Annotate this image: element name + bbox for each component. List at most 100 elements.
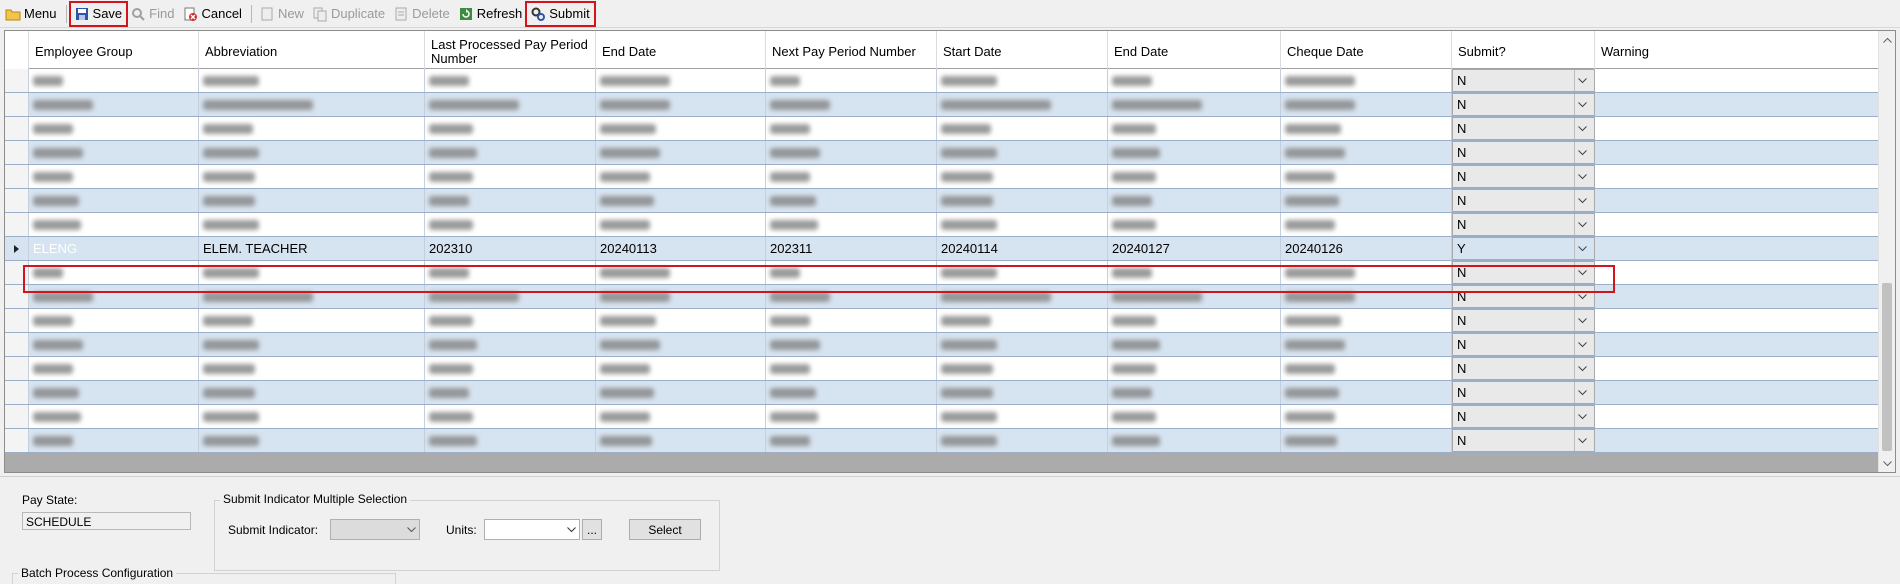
row-header[interactable] <box>5 285 29 308</box>
table-row[interactable]: N <box>5 261 1885 285</box>
cell-last-processed[interactable] <box>425 309 596 332</box>
delete-button[interactable]: Delete <box>390 3 454 25</box>
cell-cheque-date[interactable] <box>1281 381 1452 404</box>
cell-last-processed[interactable] <box>425 165 596 188</box>
cell-end-date-2[interactable] <box>1108 213 1281 236</box>
cell-start-date[interactable] <box>937 357 1108 380</box>
cell-next-pay-period[interactable] <box>766 357 937 380</box>
scroll-up-icon[interactable] <box>1879 31 1895 48</box>
col-end-date[interactable]: End Date <box>596 31 766 69</box>
submit-dropdown[interactable]: N <box>1452 333 1595 356</box>
table-row[interactable]: N <box>5 381 1885 405</box>
row-header[interactable] <box>5 69 29 92</box>
cell-next-pay-period[interactable] <box>766 405 937 428</box>
cell-end-date-2[interactable] <box>1108 333 1281 356</box>
cell-abbreviation[interactable] <box>199 93 425 116</box>
cell-employee-group[interactable] <box>29 357 199 380</box>
cell-end-date[interactable]: 20240113 <box>596 237 766 260</box>
cell-cheque-date[interactable] <box>1281 117 1452 140</box>
submit-indicator-select[interactable] <box>330 519 420 540</box>
col-last-processed[interactable]: Last Processed Pay Period Number <box>425 31 596 69</box>
cell-employee-group[interactable] <box>29 165 199 188</box>
cell-start-date[interactable] <box>937 69 1108 92</box>
cell-end-date[interactable] <box>596 285 766 308</box>
cell-end-date-2[interactable] <box>1108 93 1281 116</box>
cell-start-date[interactable] <box>937 309 1108 332</box>
table-row[interactable]: N <box>5 117 1885 141</box>
cell-employee-group[interactable] <box>29 141 199 164</box>
cell-employee-group[interactable]: ELENG <box>29 237 199 260</box>
cell-warning[interactable] <box>1595 165 1883 188</box>
cell-start-date[interactable] <box>937 261 1108 284</box>
cell-start-date[interactable] <box>937 189 1108 212</box>
submit-dropdown[interactable]: N <box>1452 261 1595 284</box>
cell-abbreviation[interactable] <box>199 165 425 188</box>
cell-cheque-date[interactable] <box>1281 285 1452 308</box>
cancel-button[interactable]: Cancel <box>179 3 245 25</box>
cell-end-date[interactable] <box>596 213 766 236</box>
cell-last-processed[interactable] <box>425 285 596 308</box>
cell-abbreviation[interactable] <box>199 333 425 356</box>
cell-start-date[interactable] <box>937 429 1108 452</box>
cell-end-date-2[interactable] <box>1108 141 1281 164</box>
submit-dropdown[interactable]: N <box>1452 381 1595 404</box>
cell-last-processed[interactable] <box>425 429 596 452</box>
cell-end-date[interactable] <box>596 357 766 380</box>
refresh-button[interactable]: Refresh <box>455 3 527 25</box>
cell-last-processed[interactable] <box>425 93 596 116</box>
submit-dropdown[interactable]: N <box>1452 429 1595 452</box>
submit-dropdown[interactable]: N <box>1452 165 1595 188</box>
submit-dropdown[interactable]: N <box>1452 213 1595 236</box>
table-row-selected[interactable]: ELENG ELEM. TEACHER 202310 20240113 202311 20… <box>5 237 1885 261</box>
table-row[interactable]: N <box>5 141 1885 165</box>
submit-dropdown[interactable]: N <box>1452 285 1595 308</box>
submit-dropdown[interactable]: N <box>1452 93 1595 116</box>
cell-end-date-2[interactable] <box>1108 357 1281 380</box>
col-end-date-2[interactable]: End Date <box>1108 31 1281 69</box>
cell-cheque-date[interactable] <box>1281 309 1452 332</box>
cell-next-pay-period[interactable] <box>766 261 937 284</box>
submit-dropdown[interactable]: N <box>1452 309 1595 332</box>
table-row[interactable]: N <box>5 165 1885 189</box>
select-button[interactable]: Select <box>629 519 701 540</box>
cell-next-pay-period[interactable] <box>766 213 937 236</box>
col-employee-group[interactable]: Employee Group <box>29 31 199 69</box>
cell-next-pay-period[interactable] <box>766 189 937 212</box>
row-header[interactable] <box>5 213 29 236</box>
cell-end-date-2[interactable] <box>1108 69 1281 92</box>
cell-warning[interactable] <box>1595 117 1883 140</box>
cell-next-pay-period[interactable] <box>766 429 937 452</box>
row-header[interactable] <box>5 165 29 188</box>
cell-cheque-date[interactable]: 20240126 <box>1281 237 1452 260</box>
cell-last-processed[interactable] <box>425 117 596 140</box>
cell-last-processed[interactable] <box>425 333 596 356</box>
cell-cheque-date[interactable] <box>1281 165 1452 188</box>
cell-start-date[interactable] <box>937 117 1108 140</box>
cell-start-date[interactable] <box>937 93 1108 116</box>
cell-next-pay-period[interactable] <box>766 117 937 140</box>
cell-start-date[interactable]: 20240114 <box>937 237 1108 260</box>
cell-next-pay-period[interactable] <box>766 309 937 332</box>
cell-abbreviation[interactable] <box>199 261 425 284</box>
cell-next-pay-period[interactable]: 202311 <box>766 237 937 260</box>
cell-employee-group[interactable] <box>29 333 199 356</box>
cell-abbreviation[interactable] <box>199 117 425 140</box>
cell-abbreviation[interactable]: ELEM. TEACHER <box>199 237 425 260</box>
scroll-down-icon[interactable] <box>1879 455 1895 472</box>
cell-last-processed[interactable]: 202310 <box>425 237 596 260</box>
cell-employee-group[interactable] <box>29 213 199 236</box>
table-row[interactable]: N <box>5 93 1885 117</box>
cell-cheque-date[interactable] <box>1281 429 1452 452</box>
row-header[interactable] <box>5 117 29 140</box>
cell-abbreviation[interactable] <box>199 309 425 332</box>
cell-next-pay-period[interactable] <box>766 333 937 356</box>
submit-dropdown[interactable]: N <box>1452 69 1595 92</box>
cell-last-processed[interactable] <box>425 357 596 380</box>
cell-cheque-date[interactable] <box>1281 189 1452 212</box>
cell-start-date[interactable] <box>937 165 1108 188</box>
cell-end-date-2[interactable] <box>1108 189 1281 212</box>
cell-end-date-2[interactable] <box>1108 165 1281 188</box>
cell-abbreviation[interactable] <box>199 141 425 164</box>
save-button[interactable]: Save <box>68 0 129 27</box>
cell-cheque-date[interactable] <box>1281 261 1452 284</box>
